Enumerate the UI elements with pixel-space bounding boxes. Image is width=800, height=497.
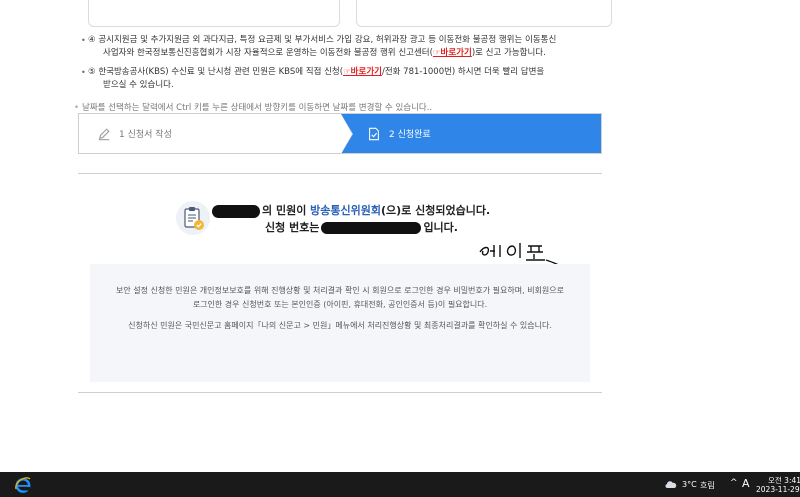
notice-mobile-unfair: • ④ 공시지원금 및 추가지원금 외 과다지급, 특정 요금제 및 부가서비스… bbox=[81, 34, 608, 60]
result-line-1: 의 민원이 방송통신위원회(으)로 신청되었습니다. bbox=[212, 202, 490, 218]
step-label: 1 신청서 작성 bbox=[119, 130, 172, 140]
calendar-hint-text: 날짜를 선택하는 달력에서 Ctrl 키를 누른 상태에서 방향키를 이동하면 … bbox=[82, 103, 433, 113]
result-line-2: 신청 번호는 입니다. bbox=[265, 219, 458, 235]
step-complete: 2 신청완료 bbox=[341, 114, 601, 153]
top-form-boxes bbox=[88, 0, 612, 28]
notice-bullet: • bbox=[81, 36, 86, 45]
notice-bullet: • bbox=[81, 68, 86, 77]
step-write-form: 1 신청서 작성 bbox=[79, 114, 353, 154]
section-divider bbox=[78, 173, 602, 174]
pencil-icon bbox=[98, 127, 110, 140]
cloud-icon[interactable] bbox=[664, 479, 678, 489]
hint-bullet: • bbox=[74, 103, 80, 113]
internet-explorer-icon[interactable] bbox=[14, 476, 32, 494]
clock-date[interactable]: 2023-11-29 bbox=[756, 485, 800, 494]
notice-line2: 사업자와 한국정보통신진흥협회가 시장 자율적으로 운영하는 이동전화 불공정 … bbox=[88, 47, 608, 60]
step-label: 2 신청완료 bbox=[389, 130, 431, 140]
top-box-left bbox=[88, 0, 340, 27]
shortcut-link-report-center[interactable]: ☞바로가기 bbox=[433, 48, 472, 58]
document-check-icon bbox=[369, 127, 379, 140]
notice-line2: 받으실 수 있습니다. bbox=[103, 80, 174, 90]
clipboard-check-icon bbox=[184, 207, 204, 230]
notice-kbs: • ⑤ 한국방송공사(KBS) 수신료 및 난시청 관련 민원은 KBS에 직접… bbox=[81, 66, 608, 92]
input-method-indicator[interactable]: A bbox=[742, 477, 750, 490]
result-icon-wrapper bbox=[176, 201, 210, 235]
chevron-up-icon[interactable]: ^ bbox=[730, 478, 738, 488]
result-text: (으)로 신청되었습니다. bbox=[380, 204, 491, 217]
shortcut-link-kbs[interactable]: ☞바로가기 bbox=[343, 67, 382, 77]
notice-text: /전화 781-1000번) 하시면 더욱 빨리 답변을 bbox=[381, 67, 545, 77]
notice-text: 사업자와 한국정보통신진흥협회가 시장 자율적으로 운영하는 이동전화 불공정 … bbox=[103, 48, 433, 58]
top-box-right bbox=[356, 0, 612, 27]
notice-text: ⑤ 한국방송공사(KBS) 수신료 및 난시청 관련 민원은 KBS에 직접 신… bbox=[88, 67, 344, 77]
weather-condition[interactable]: 흐림 bbox=[700, 480, 715, 491]
agency-name: 방송통신위원회 bbox=[310, 204, 381, 217]
info-security-text: 보안 설정 신청한 민원은 개인정보보호를 위해 진행상황 및 처리결과 확인 … bbox=[115, 286, 565, 309]
progress-steps: 1 신청서 작성 2 신청완료 bbox=[78, 113, 602, 154]
result-text: 의 민원이 bbox=[262, 204, 311, 217]
weather-temperature[interactable]: 3°C bbox=[682, 480, 697, 489]
redacted-name bbox=[212, 204, 260, 218]
redacted-application-number bbox=[321, 222, 422, 234]
info-box: 보안 설정 신청한 민원은 개인정보보호를 위해 진행상황 및 처리결과 확인 … bbox=[90, 264, 590, 382]
info-check-status-text: 신청하신 민원은 국민신문고 홈페이지「나의 신문고 > 민원」메뉴에서 처리진… bbox=[128, 321, 552, 330]
calendar-hint: • 날짜를 선택하는 달력에서 Ctrl 키를 누른 상태에서 방향키를 이동하면… bbox=[74, 101, 432, 113]
result-text: 입니다. bbox=[423, 221, 458, 234]
section-divider-bottom bbox=[78, 392, 602, 393]
notice-text: )로 신고 가능합니다. bbox=[471, 48, 546, 58]
taskbar: 3°C 흐림 ^ A 오전 3:41 2023-11-29 bbox=[0, 472, 800, 497]
result-text: 신청 번호는 bbox=[265, 221, 320, 234]
notice-text: ④ 공시지원금 및 추가지원금 외 과다지급, 특정 요금제 및 부가서비스 가… bbox=[88, 35, 557, 45]
